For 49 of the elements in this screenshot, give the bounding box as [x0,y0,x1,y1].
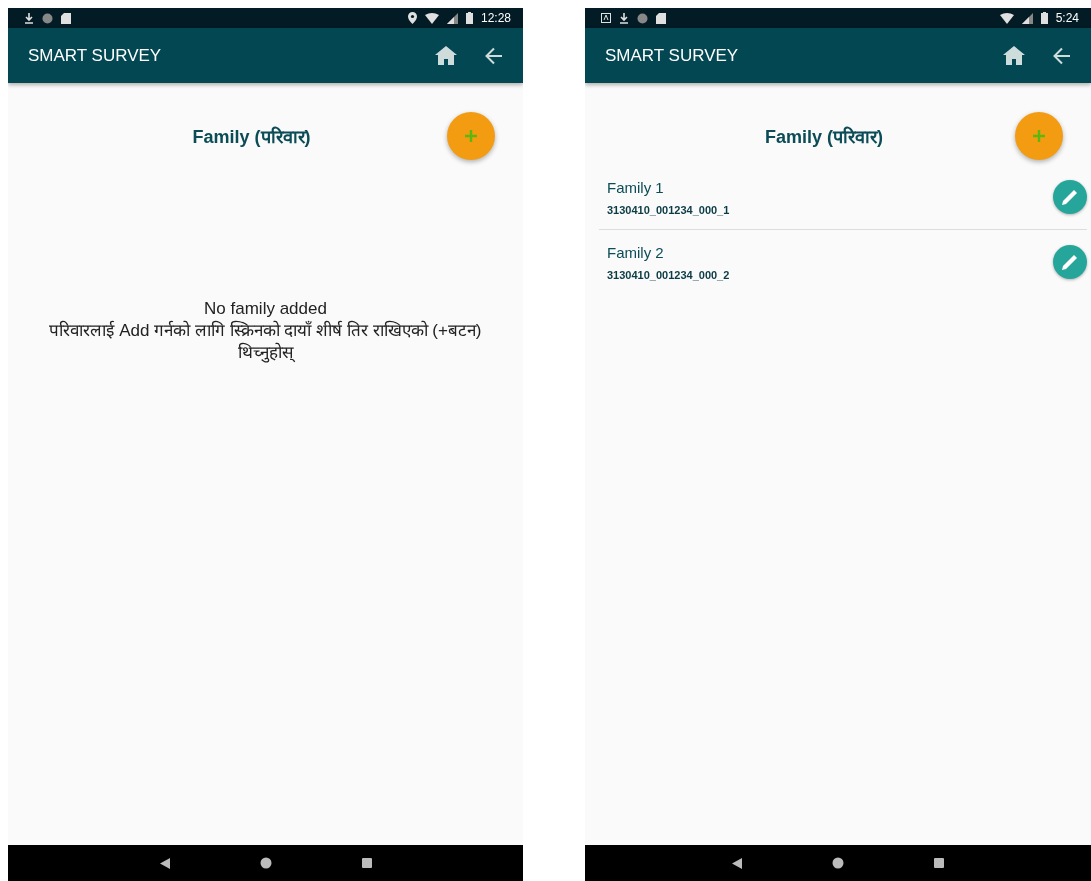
home-button[interactable] [832,857,844,869]
circle-icon [637,12,648,24]
download-icon [24,12,34,24]
battery-icon [465,12,473,24]
family-row[interactable]: Family 2 3130410_001234_000_2 [599,229,1087,294]
family-name: Family 1 [607,178,665,196]
page-heading: Family (परिवार) [191,125,312,148]
family-code: 3130410_001234_000_1 [607,203,731,216]
plus-icon [1033,130,1045,142]
back-button[interactable] [732,857,742,869]
back-arrow-icon[interactable] [485,46,503,65]
recents-button[interactable] [361,858,372,868]
home-icon[interactable] [435,46,457,65]
location-icon [407,12,417,24]
keyboard-icon [601,13,611,23]
empty-hint: परिवारलाई Add गर्नको लागि स्क्रिनको दायाँ शीर्ष तिर राखिएको (+बटन) थिच्नुहोस् [48,320,483,364]
back-arrow-icon[interactable] [1053,46,1071,65]
wifi-icon [424,12,439,24]
signal-icon [1021,12,1033,24]
app-title: SMART SURVEY [28,45,163,66]
family-row[interactable]: Family 1 3130410_001234_000_1 [599,165,1087,229]
circle-icon [259,857,272,869]
pencil-icon [1061,188,1079,206]
app-title: SMART SURVEY [605,45,740,66]
battery-icon [1040,12,1048,24]
circle-icon [832,857,844,869]
back-button[interactable] [159,857,170,869]
status-time: 12:28 [480,11,511,25]
empty-title: No family added [204,298,327,320]
circle-icon [42,12,53,24]
home-button[interactable] [259,857,272,869]
signal-icon [446,12,458,24]
triangle-icon [732,857,742,869]
pencil-icon [1061,253,1079,271]
edit-button[interactable] [1053,245,1087,279]
download-icon [619,12,629,24]
family-name: Family 2 [607,243,665,261]
triangle-icon [159,857,170,869]
edit-button[interactable] [1053,180,1087,214]
square-icon [934,858,944,868]
home-icon[interactable] [1003,46,1025,65]
sd-card-icon [61,12,71,24]
family-code: 3130410_001234_000_2 [607,268,731,281]
status-time: 5:24 [1055,11,1079,25]
plus-icon [465,130,477,142]
square-icon [361,858,372,868]
wifi-icon [999,12,1014,24]
page-heading: Family (परिवार) [764,125,884,148]
sd-card-icon [656,12,666,24]
